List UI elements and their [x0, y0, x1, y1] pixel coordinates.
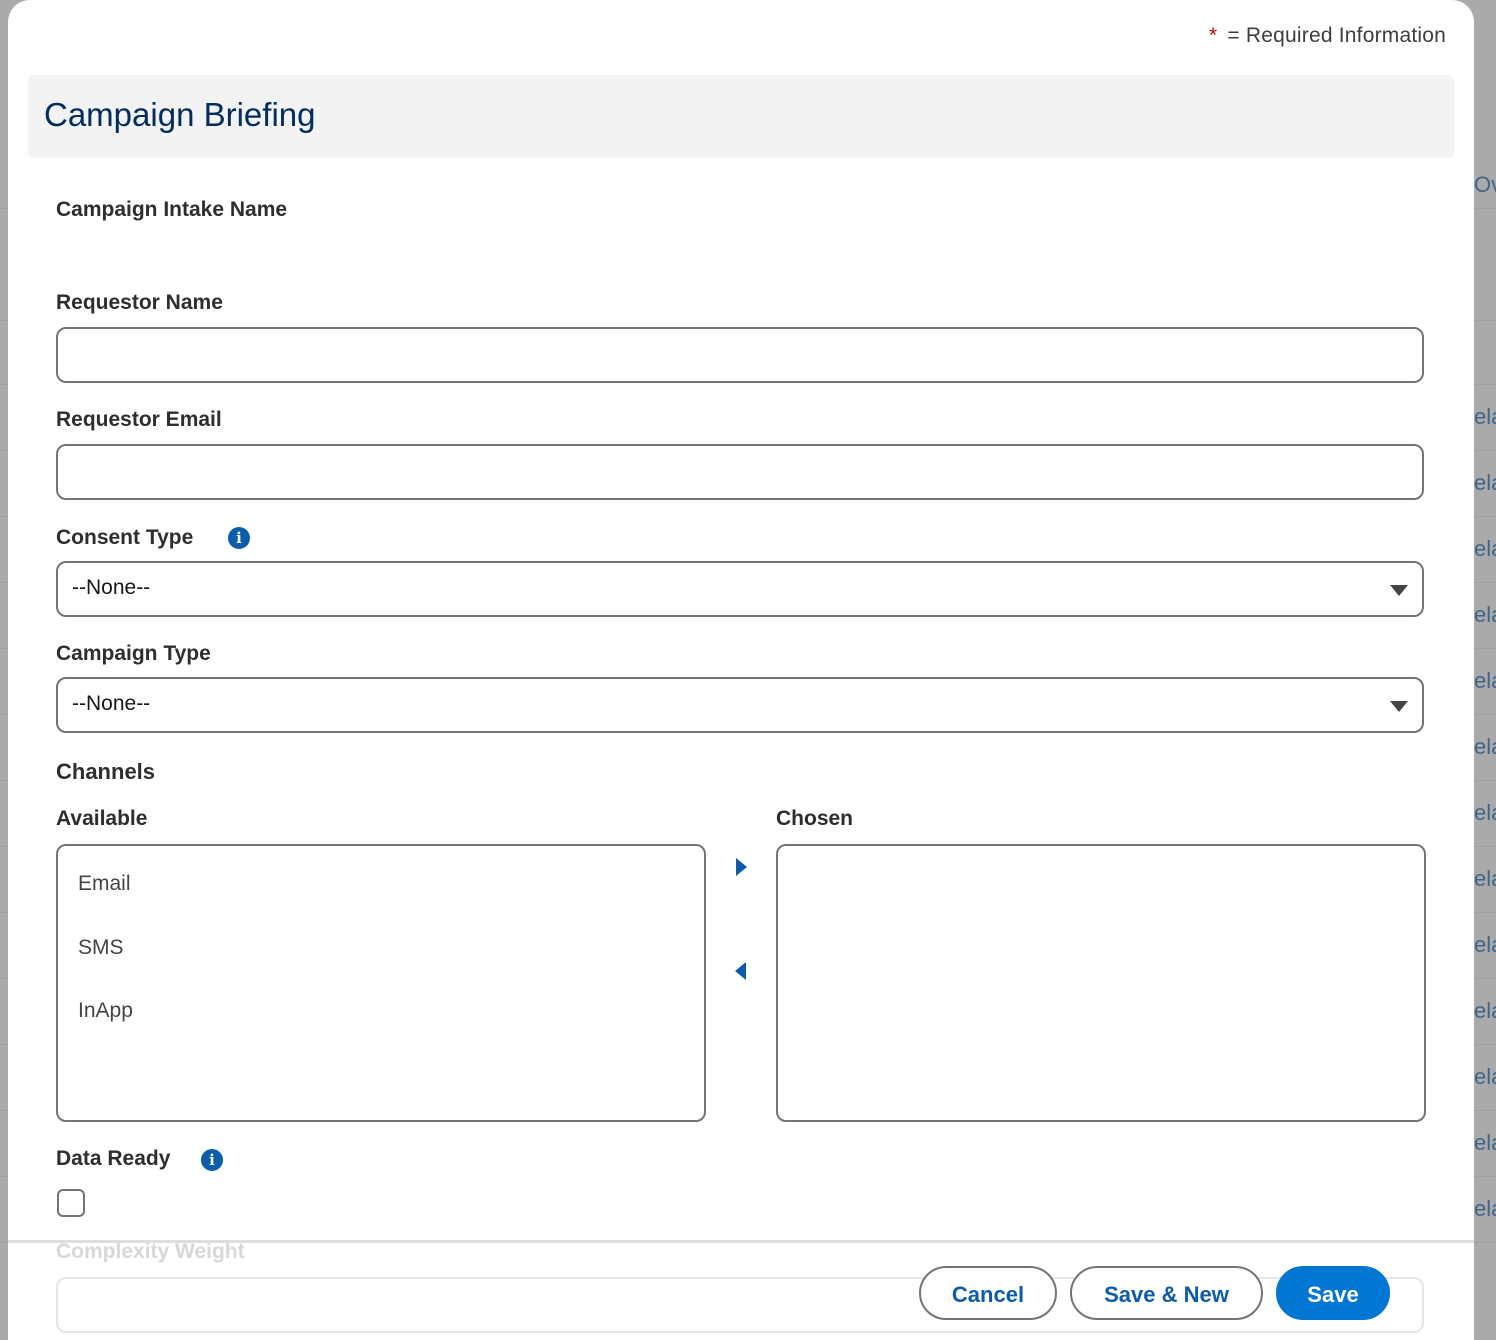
campaign-briefing-modal: * = Required Information Campaign Briefin… [8, 0, 1474, 1340]
required-information-text: = Required Information [1227, 24, 1446, 47]
consent-type-label: Consent Type [56, 526, 194, 549]
campaign-type-label: Campaign Type [56, 642, 211, 665]
required-star: * [1209, 24, 1218, 47]
cancel-button[interactable]: Cancel [919, 1266, 1057, 1320]
info-icon[interactable]: i [201, 1149, 223, 1171]
available-listbox[interactable]: Email SMS InApp [56, 844, 706, 1122]
requestor-name-input[interactable] [56, 327, 1424, 383]
arrow-right-icon[interactable] [736, 858, 747, 876]
campaign-type-select[interactable]: --None-- [56, 677, 1424, 733]
requestor-name-label: Requestor Name [56, 291, 223, 314]
arrow-left-icon[interactable] [735, 962, 746, 980]
data-ready-checkbox[interactable] [57, 1189, 85, 1217]
chosen-label: Chosen [776, 807, 854, 830]
chosen-listbox[interactable] [776, 844, 1426, 1122]
chevron-down-icon [1390, 585, 1408, 596]
campaign-type-value: --None-- [72, 692, 151, 715]
available-label: Available [56, 807, 148, 830]
complexity-weight-label: Complexity Weight [56, 1240, 245, 1263]
chevron-down-icon [1390, 701, 1408, 712]
requestor-email-label: Requestor Email [56, 408, 222, 431]
list-item[interactable]: InApp [78, 999, 133, 1023]
footer-divider [8, 1240, 1474, 1243]
save-and-new-button[interactable]: Save & New [1070, 1266, 1263, 1320]
required-information-legend: * = Required Information [1209, 24, 1446, 48]
channels-label: Channels [56, 759, 156, 784]
info-icon[interactable]: i [228, 527, 250, 549]
list-item[interactable]: SMS [78, 936, 124, 960]
section-header[interactable]: Campaign Briefing [28, 75, 1454, 158]
campaign-intake-name-label: Campaign Intake Name [56, 198, 288, 221]
consent-type-value: --None-- [72, 576, 151, 599]
list-item[interactable]: Email [78, 872, 131, 896]
save-button[interactable]: Save [1276, 1266, 1390, 1320]
section-title: Campaign Briefing [44, 96, 316, 133]
data-ready-label: Data Ready [56, 1147, 171, 1170]
consent-type-select[interactable]: --None-- [56, 561, 1424, 617]
requestor-email-input[interactable] [56, 444, 1424, 500]
